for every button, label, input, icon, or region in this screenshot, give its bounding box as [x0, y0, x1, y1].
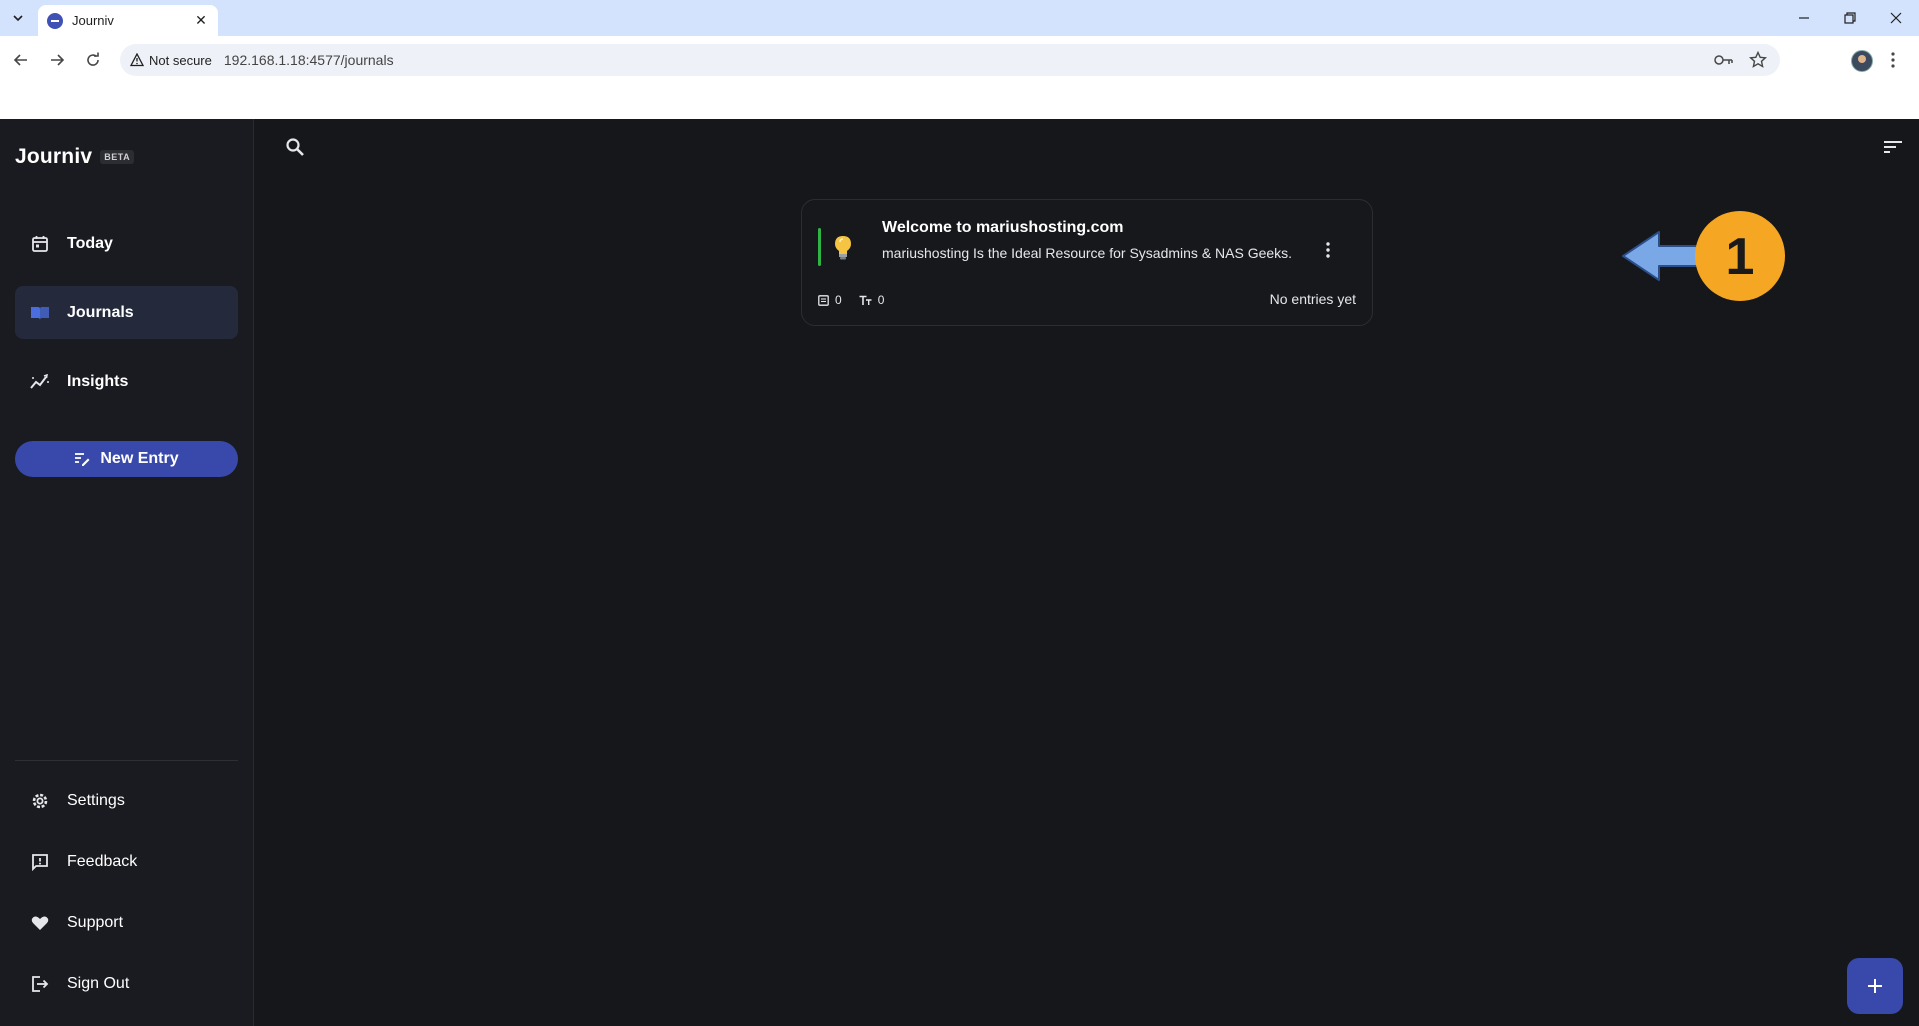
sidebar-item-label: Journals: [67, 303, 134, 321]
journal-card[interactable]: Welcome to mariushosting.com mariushosti…: [801, 199, 1373, 326]
sidebar-item-label: Feedback: [67, 853, 138, 870]
browser-menu-button[interactable]: [1881, 48, 1905, 72]
beta-badge: BETA: [100, 150, 135, 164]
more-vertical-icon: [1326, 242, 1330, 258]
page-top-strip: [0, 84, 1919, 119]
browser-tabstrip: Journiv ✕: [0, 0, 1919, 36]
key-icon: [1714, 55, 1733, 65]
new-entry-button[interactable]: New Entry: [15, 441, 238, 477]
reload-button[interactable]: [80, 47, 106, 73]
annotation-arrow: 1: [1622, 211, 1785, 301]
annotation-callout: 1: [1619, 208, 1789, 304]
feedback-icon: [30, 852, 50, 872]
journal-stats: 0 0: [818, 293, 901, 307]
search-button[interactable]: [282, 134, 308, 160]
sidebar-divider: [15, 760, 238, 761]
journal-more-button[interactable]: [1316, 238, 1340, 262]
words-count: 0: [877, 293, 885, 307]
calendar-icon: [30, 234, 50, 254]
forward-button[interactable]: [44, 47, 70, 73]
sidebar-item-label: Today: [67, 234, 113, 252]
sidebar-item-settings[interactable]: Settings: [15, 779, 238, 823]
profile-avatar[interactable]: [1851, 50, 1873, 72]
entries-icon: [818, 294, 829, 306]
search-icon: [286, 138, 304, 156]
close-icon: [1890, 12, 1902, 24]
annotation-number: 1: [1726, 228, 1755, 286]
add-journal-fab[interactable]: [1847, 958, 1903, 1014]
address-bar[interactable]: Not secure 192.168.1.18:4577/journals: [120, 44, 1780, 76]
gear-icon: [30, 791, 50, 811]
lightbulb-icon: [832, 235, 854, 261]
browser-tab[interactable]: Journiv ✕: [38, 5, 218, 36]
more-vertical-icon: [1891, 52, 1895, 68]
warning-icon: [130, 53, 144, 67]
security-indicator[interactable]: Not secure: [130, 53, 212, 68]
brand: Journiv BETA: [15, 145, 135, 169]
password-key-button[interactable]: [1712, 48, 1736, 72]
journiv-app: Journiv BETA Today Journals Insights New…: [0, 119, 1919, 1026]
sidebar-item-journals[interactable]: Journals: [15, 286, 238, 339]
text-size-icon: [859, 295, 872, 305]
journal-description: mariushosting Is the Ideal Resource for …: [882, 245, 1293, 261]
arrow-left-icon: [13, 54, 27, 66]
main-content: Welcome to mariushosting.com mariushosti…: [254, 119, 1919, 1026]
minimize-button[interactable]: [1781, 0, 1827, 36]
sidebar-item-sign-out[interactable]: Sign Out: [15, 962, 238, 1006]
sidebar-item-feedback[interactable]: Feedback: [15, 840, 238, 884]
reload-icon: [87, 52, 99, 66]
close-window-button[interactable]: [1873, 0, 1919, 36]
sidebar-item-label: Settings: [67, 792, 125, 809]
journal-color-accent: [818, 228, 821, 266]
entries-stat: 0: [818, 293, 842, 307]
book-icon: [30, 303, 50, 323]
words-stat: 0: [859, 293, 885, 307]
entries-count: 0: [835, 293, 842, 307]
sidebar-item-today[interactable]: Today: [15, 217, 238, 270]
restore-icon: [1844, 12, 1856, 24]
bookmark-button[interactable]: [1746, 48, 1770, 72]
url-text[interactable]: 192.168.1.18:4577/journals: [224, 52, 394, 68]
restore-button[interactable]: [1827, 0, 1873, 36]
minimize-icon: [1799, 17, 1809, 19]
sidebar-item-label: Support: [67, 914, 124, 931]
chevron-down-icon: [13, 15, 23, 22]
tab-close-icon[interactable]: ✕: [190, 12, 212, 29]
insights-icon: [30, 372, 50, 392]
browser-toolbar: Not secure 192.168.1.18:4577/journals: [0, 36, 1919, 84]
star-icon: [1749, 51, 1767, 68]
journal-title: Welcome to mariushosting.com: [882, 219, 1124, 236]
sidebar: Journiv BETA Today Journals Insights New…: [0, 119, 254, 1026]
security-label: Not secure: [149, 52, 212, 68]
brand-name: Journiv: [15, 145, 93, 168]
plus-icon: [1868, 979, 1882, 993]
arrow-right-icon: [51, 54, 65, 66]
back-button[interactable]: [8, 47, 34, 73]
sort-icon: [1884, 141, 1902, 153]
sort-filter-button[interactable]: [1881, 135, 1905, 159]
heart-icon: [30, 913, 50, 933]
window-controls: [1781, 0, 1919, 36]
edit-note-icon: [75, 453, 90, 466]
sidebar-item-label: Insights: [67, 372, 129, 390]
sidebar-item-support[interactable]: Support: [15, 901, 238, 945]
new-entry-label: New Entry: [100, 450, 179, 467]
journal-status: No entries yet: [1269, 291, 1356, 307]
logout-icon: [30, 974, 50, 994]
tab-title: Journiv: [72, 13, 114, 28]
sidebar-item-label: Sign Out: [67, 975, 130, 992]
journiv-favicon-icon: [47, 12, 63, 29]
sidebar-item-insights[interactable]: Insights: [15, 355, 238, 408]
tab-search-button[interactable]: [6, 7, 30, 29]
